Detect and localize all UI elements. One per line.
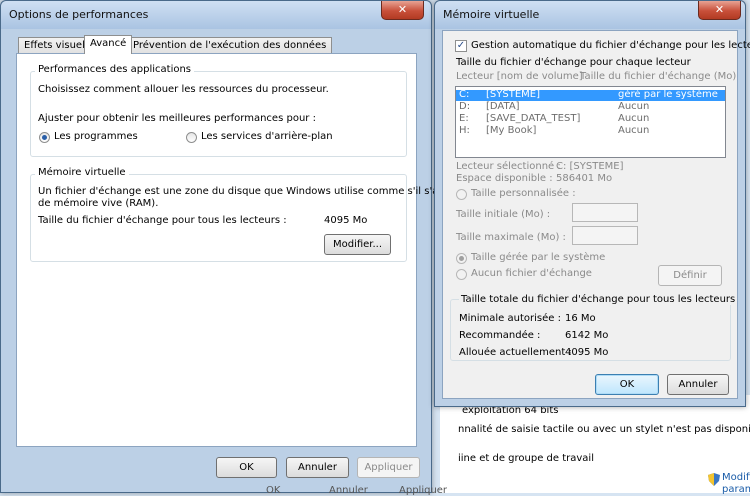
radio-system-managed xyxy=(456,253,467,264)
application-performance-group: Performances des applications Choisissez… xyxy=(30,64,407,157)
group-title: Performances des applications xyxy=(35,64,195,75)
paging-size-label: Taille du fichier d'échange pour tous le… xyxy=(38,215,287,226)
virtual-memory-dialog: Mémoire virtuelle ✕ ✓ Gestion automatiqu… xyxy=(434,0,750,407)
dialog-title: Mémoire virtuelle xyxy=(443,8,540,21)
auto-manage-checkbox[interactable]: ✓ xyxy=(455,40,467,52)
background-text: nnalité de saisie tactile ou avec un sty… xyxy=(458,424,750,435)
performance-options-dialog: Options de performances ✕ Effets visuels… xyxy=(0,0,471,496)
max-size-input xyxy=(572,226,638,245)
background-apply-button: Appliquer xyxy=(399,485,448,496)
drive-letter: H: xyxy=(459,125,470,136)
cancel-button[interactable]: Annuler xyxy=(286,457,349,478)
group-title: Mémoire virtuelle xyxy=(35,167,129,178)
dialog-title: Options de performances xyxy=(9,8,149,21)
min-allowed-value: 16 Mo xyxy=(565,313,596,324)
currently-allocated-label: Allouée actuellement : xyxy=(459,347,572,358)
auto-manage-label[interactable]: Gestion automatique du fichier d'échange… xyxy=(471,40,750,51)
radio-custom-size-label: Taille personnalisée : xyxy=(471,188,576,199)
free-space-label: Espace disponible : xyxy=(456,173,553,184)
drive-letter: D: xyxy=(459,101,471,112)
initial-size-input xyxy=(572,203,638,222)
drive-letter: E: xyxy=(459,113,469,124)
ok-button[interactable]: OK xyxy=(216,457,277,478)
radio-no-paging-file xyxy=(456,269,467,280)
modify-settings-link[interactable]: Modifi xyxy=(722,472,750,483)
list-item[interactable]: C: [SYSTEME] géré par le système xyxy=(456,89,725,101)
max-size-label: Taille maximale (Mo) : xyxy=(456,232,566,243)
initial-size-label: Taille initiale (Mo) : xyxy=(456,209,551,220)
min-allowed-label: Minimale autorisée : xyxy=(459,313,561,324)
radio-no-paging-file-label: Aucun fichier d'échange xyxy=(471,268,592,279)
drive-name: [SAVE_DATA_TEST] xyxy=(486,113,581,124)
selected-drive-value: C: [SYSTEME] xyxy=(556,161,624,172)
list-item[interactable]: E: [SAVE_DATA_TEST] Aucun xyxy=(456,113,725,125)
vm-description-line1: Un fichier d'échange est une zone du dis… xyxy=(38,186,471,197)
close-button[interactable]: ✕ xyxy=(698,1,741,20)
drive-list[interactable]: C: [SYSTEME] géré par le système D: [DAT… xyxy=(455,86,726,158)
background-window: exploitation 64 bits nnalité de saisie t… xyxy=(440,395,750,495)
drive-size: Aucun xyxy=(618,101,650,112)
recommended-value: 6142 Mo xyxy=(565,330,609,341)
recommended-label: Recommandée : xyxy=(459,330,541,341)
drive-name: [My Book] xyxy=(486,125,537,136)
background-ok-button: OK xyxy=(266,485,281,496)
column-drive-header: Lecteur [nom de volume] xyxy=(456,71,583,82)
close-button[interactable]: ✕ xyxy=(381,1,424,20)
modify-button[interactable]: Modifier... xyxy=(324,234,391,255)
drive-letter: C: xyxy=(459,89,470,100)
selected-drive-label: Lecteur sélectionné : xyxy=(456,161,561,172)
drive-name: [DATA] xyxy=(486,101,520,112)
virtual-memory-group: Mémoire virtuelle Un fichier d'échange e… xyxy=(30,167,471,262)
ok-button[interactable]: OK xyxy=(595,374,659,395)
radio-programs-label[interactable]: Les programmes xyxy=(54,131,138,142)
adjust-label: Ajuster pour obtenir les meilleures perf… xyxy=(38,113,316,124)
currently-allocated-value: 4095 Mo xyxy=(565,347,609,358)
drive-size: Aucun xyxy=(618,125,650,136)
tab-page-advanced: Performances des applications Choisissez… xyxy=(16,53,471,447)
radio-custom-size xyxy=(456,189,467,200)
title-bar: Options de performances ✕ xyxy=(1,1,431,29)
modify-settings-link[interactable]: param xyxy=(722,484,750,495)
radio-system-managed-label: Taille gérée par le système xyxy=(471,252,606,263)
shield-icon xyxy=(708,473,720,489)
radio-background-services-label[interactable]: Les services d'arrière-plan xyxy=(201,131,333,142)
list-item[interactable]: D: [DATA] Aucun xyxy=(456,101,725,113)
list-item[interactable]: H: [My Book] Aucun xyxy=(456,125,725,137)
radio-programs[interactable] xyxy=(39,132,50,143)
define-button: Définir xyxy=(658,265,722,286)
drive-name: [SYSTEME] xyxy=(486,89,540,100)
total-size-group: Taille totale du fichier d'échange pour … xyxy=(450,294,738,361)
tab-advanced[interactable]: Avancé xyxy=(84,35,133,54)
column-size-header: Taille du fichier d'échange (Mo) xyxy=(580,71,737,82)
cancel-button[interactable]: Annuler xyxy=(667,374,729,395)
vm-description-line2: de mémoire vive (RAM). xyxy=(38,198,159,209)
title-bar: Mémoire virtuelle ✕ xyxy=(435,1,745,29)
per-drive-title: Taille du fichier d'échange pour chaque … xyxy=(456,57,691,68)
background-text: iine et de groupe de travail xyxy=(458,453,594,464)
free-space-value: 586401 Mo xyxy=(556,173,613,184)
group-description: Choisissez comment allouer les ressource… xyxy=(38,84,329,95)
background-cancel-button: Annuler xyxy=(329,485,368,496)
apply-button: Appliquer xyxy=(357,457,420,478)
paging-size-value: 4095 Mo xyxy=(324,215,368,226)
group-title: Taille totale du fichier d'échange pour … xyxy=(459,294,738,305)
dialog-body: ✓ Gestion automatique du fichier d'échan… xyxy=(442,30,750,399)
tab-data-execution-prevention[interactable]: Prévention de l'exécution des données xyxy=(127,37,333,54)
drive-size: géré par le système xyxy=(618,89,718,100)
drive-size: Aucun xyxy=(618,113,650,124)
radio-background-services[interactable] xyxy=(186,132,197,143)
